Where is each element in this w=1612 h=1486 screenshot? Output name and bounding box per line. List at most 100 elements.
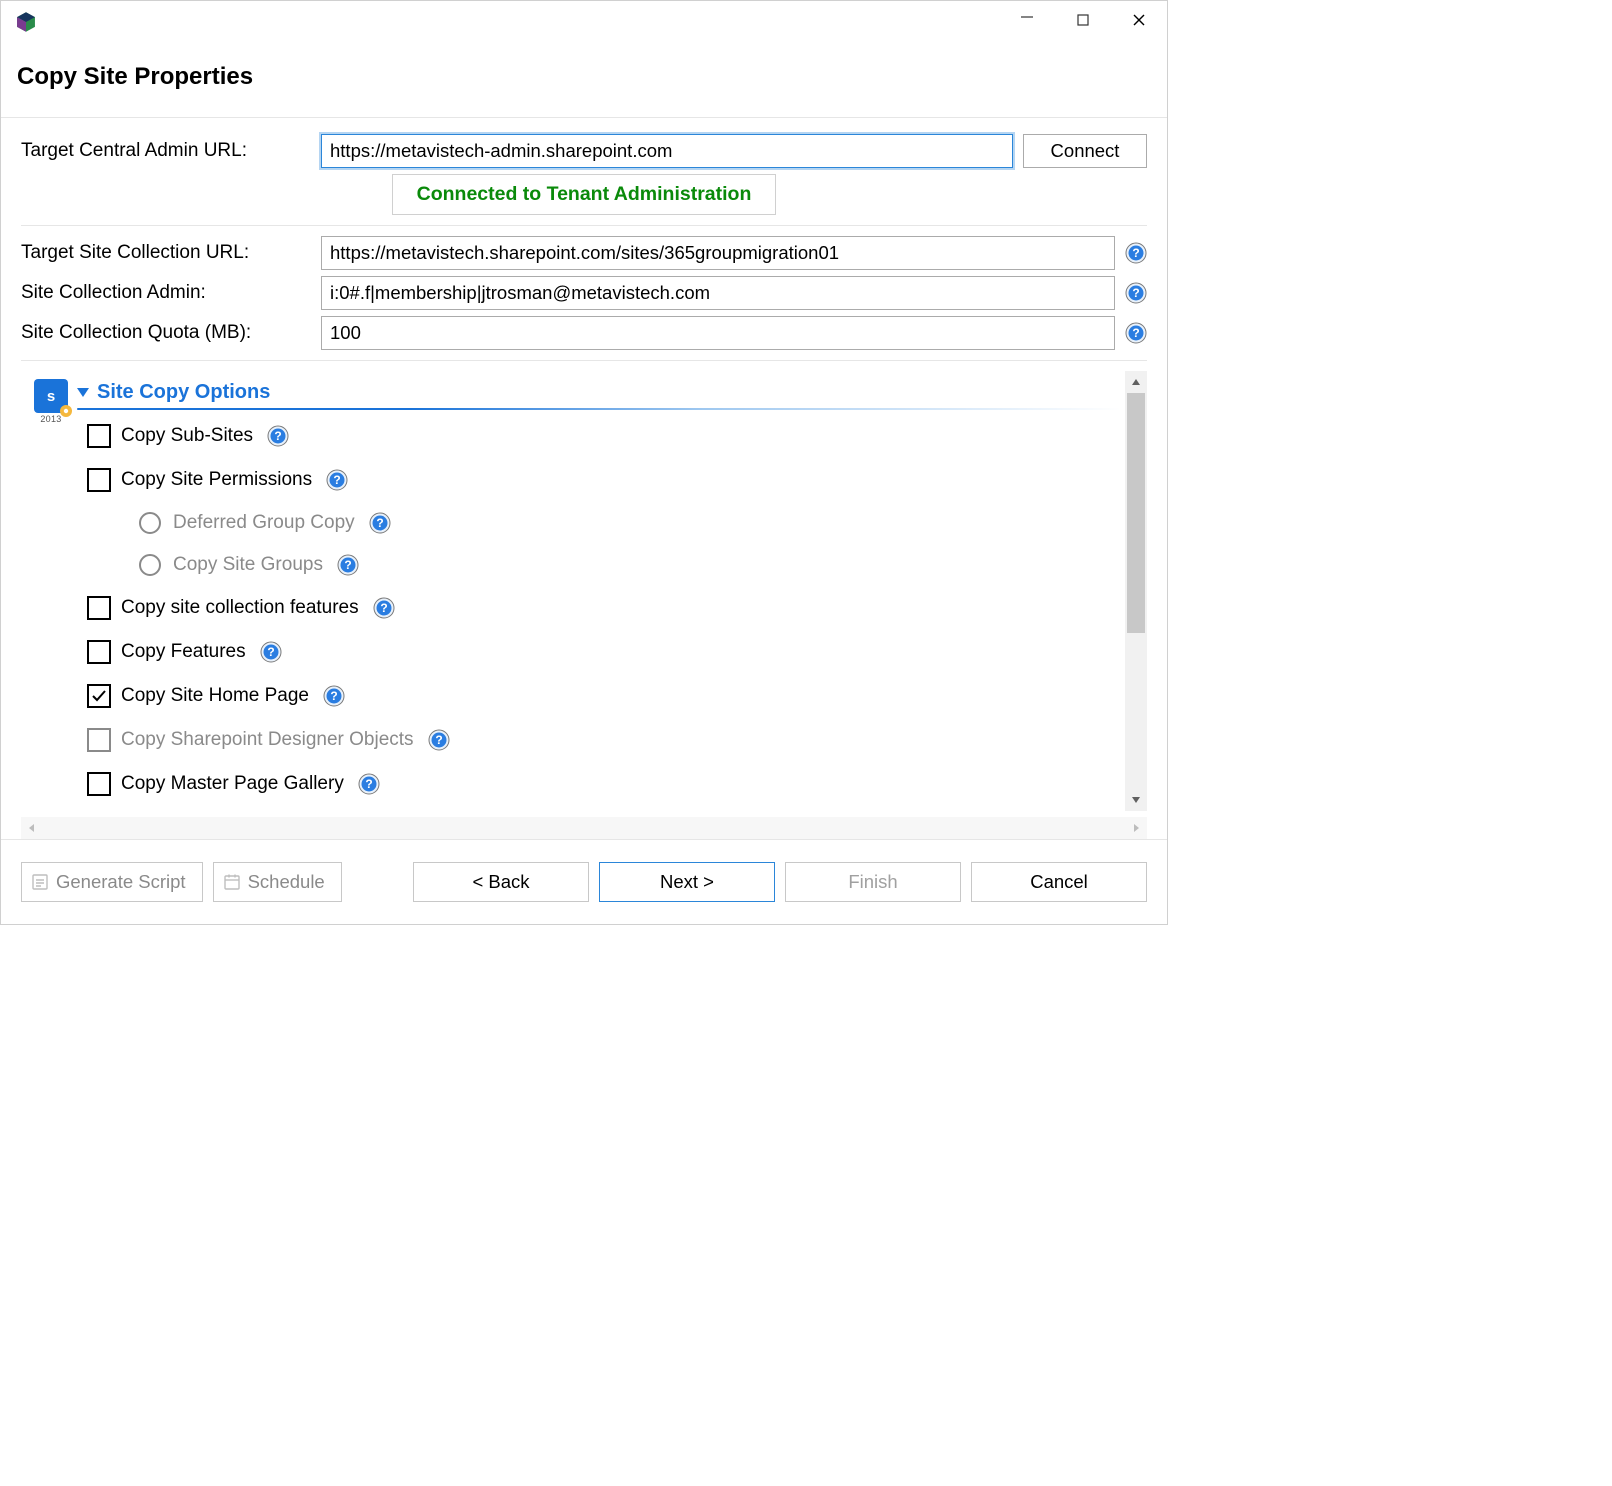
option-copy-site-permissions[interactable]: Copy Site Permissions? [87, 468, 1121, 492]
horizontal-scrollbar[interactable] [21, 817, 1147, 839]
scroll-right-arrow[interactable] [1125, 817, 1147, 839]
svg-text:?: ? [330, 689, 337, 703]
help-icon[interactable]: ? [326, 469, 348, 491]
help-icon[interactable]: ? [373, 597, 395, 619]
option-deferred-group-copy: Deferred Group Copy? [139, 512, 1121, 534]
option-copy-site-collection-features[interactable]: Copy site collection features? [87, 596, 1121, 620]
scroll-track[interactable] [1125, 393, 1147, 789]
section-title: Site Copy Options [97, 381, 270, 404]
option-label: Copy Site Permissions [121, 469, 312, 491]
caret-down-icon [77, 388, 89, 397]
radio [139, 554, 161, 576]
help-icon[interactable]: ? [260, 641, 282, 663]
app-logo-icon [13, 9, 39, 35]
label-site-admin: Site Collection Admin: [21, 282, 321, 304]
option-label: Copy Sub-Sites [121, 425, 253, 447]
input-target-admin-url[interactable] [321, 134, 1013, 168]
option-label: Copy Site Groups [173, 554, 323, 576]
option-label: Copy Sharepoint Designer Objects [121, 729, 414, 751]
options-list: Copy Sub-Sites?Copy Site Permissions?Def… [77, 410, 1121, 796]
vertical-scrollbar[interactable] [1125, 371, 1147, 811]
generate-script-button[interactable]: Generate Script [21, 862, 203, 902]
close-button[interactable] [1111, 1, 1167, 39]
option-label: Copy Features [121, 641, 246, 663]
svg-text:?: ? [1132, 326, 1139, 340]
option-copy-sharepoint-designer-objects: Copy Sharepoint Designer Objects? [87, 728, 1121, 752]
help-icon[interactable]: ? [323, 685, 345, 707]
connection-status-row: Connected to Tenant Administration [21, 174, 1147, 215]
input-site-collection-url[interactable] [321, 236, 1115, 270]
checkbox[interactable] [87, 596, 111, 620]
connection-status: Connected to Tenant Administration [392, 174, 777, 215]
page-title: Copy Site Properties [17, 63, 1151, 91]
label-target-admin: Target Central Admin URL: [21, 140, 321, 162]
help-icon[interactable]: ? [369, 512, 391, 534]
script-icon [30, 872, 50, 892]
help-icon[interactable]: ? [337, 554, 359, 576]
scroll-left-arrow[interactable] [21, 817, 43, 839]
maximize-button[interactable] [1055, 1, 1111, 39]
header: Copy Site Properties [1, 43, 1167, 118]
checkbox [87, 728, 111, 752]
schedule-button[interactable]: Schedule [213, 862, 342, 902]
minimize-button[interactable] [999, 1, 1055, 48]
help-icon[interactable]: ? [267, 425, 289, 447]
checkbox[interactable] [87, 468, 111, 492]
svg-text:?: ? [365, 777, 372, 791]
section-header[interactable]: Site Copy Options [77, 381, 1121, 404]
checkbox[interactable] [87, 640, 111, 664]
option-copy-master-page-gallery[interactable]: Copy Master Page Gallery? [87, 772, 1121, 796]
cancel-button[interactable]: Cancel [971, 862, 1147, 902]
sharepoint-icon: s 2013 [29, 379, 73, 424]
svg-text:?: ? [267, 645, 274, 659]
help-icon[interactable]: ? [1125, 322, 1147, 344]
scroll-thumb[interactable] [1127, 393, 1145, 633]
help-icon[interactable]: ? [358, 773, 380, 795]
option-copy-features[interactable]: Copy Features? [87, 640, 1121, 664]
svg-text:?: ? [376, 516, 383, 530]
back-button[interactable]: < Back [413, 862, 589, 902]
scroll-up-arrow[interactable] [1125, 371, 1147, 393]
svg-text:?: ? [380, 601, 387, 615]
option-label: Copy site collection features [121, 597, 359, 619]
next-button[interactable]: Next > [599, 862, 775, 902]
schedule-icon [222, 872, 242, 892]
row-target-admin: Target Central Admin URL: Connect [21, 134, 1147, 168]
checkbox[interactable] [87, 424, 111, 448]
divider [21, 225, 1147, 226]
svg-text:?: ? [344, 558, 351, 572]
scroll-content: s 2013 Site Copy Options Copy [21, 371, 1125, 817]
connect-button[interactable]: Connect [1023, 134, 1147, 168]
radio [139, 512, 161, 534]
label-quota: Site Collection Quota (MB): [21, 322, 321, 344]
form-area: Target Central Admin URL: Connect Connec… [1, 118, 1167, 839]
finish-button[interactable]: Finish [785, 862, 961, 902]
help-icon[interactable]: ? [1125, 242, 1147, 264]
svg-text:?: ? [435, 733, 442, 747]
option-copy-sub-sites[interactable]: Copy Sub-Sites? [87, 424, 1121, 448]
label-site-collection-url: Target Site Collection URL: [21, 242, 321, 264]
titlebar [1, 1, 1167, 43]
help-icon[interactable]: ? [428, 729, 450, 751]
input-site-admin[interactable] [321, 276, 1115, 310]
sp-letter: s [47, 388, 55, 405]
footer: Generate Script Schedule < Back Next > F… [1, 839, 1167, 924]
window-controls [999, 1, 1167, 48]
input-quota[interactable] [321, 316, 1115, 350]
gear-icon [58, 403, 74, 419]
option-label: Deferred Group Copy [173, 512, 355, 534]
dialog-window: Copy Site Properties Target Central Admi… [0, 0, 1168, 925]
scroll-area: s 2013 Site Copy Options Copy [21, 371, 1147, 817]
svg-text:?: ? [1132, 246, 1139, 260]
section-site-copy-options: s 2013 Site Copy Options Copy [29, 377, 1121, 816]
option-copy-site-home-page[interactable]: Copy Site Home Page? [87, 684, 1121, 708]
checkbox[interactable] [87, 772, 111, 796]
divider [21, 360, 1147, 361]
help-icon[interactable]: ? [1125, 282, 1147, 304]
svg-text:?: ? [1132, 286, 1139, 300]
row-site-admin: Site Collection Admin: ? [21, 276, 1147, 310]
scroll-down-arrow[interactable] [1125, 789, 1147, 811]
checkbox[interactable] [87, 684, 111, 708]
option-copy-site-groups: Copy Site Groups? [139, 554, 1121, 576]
row-site-collection-url: Target Site Collection URL: ? [21, 236, 1147, 270]
